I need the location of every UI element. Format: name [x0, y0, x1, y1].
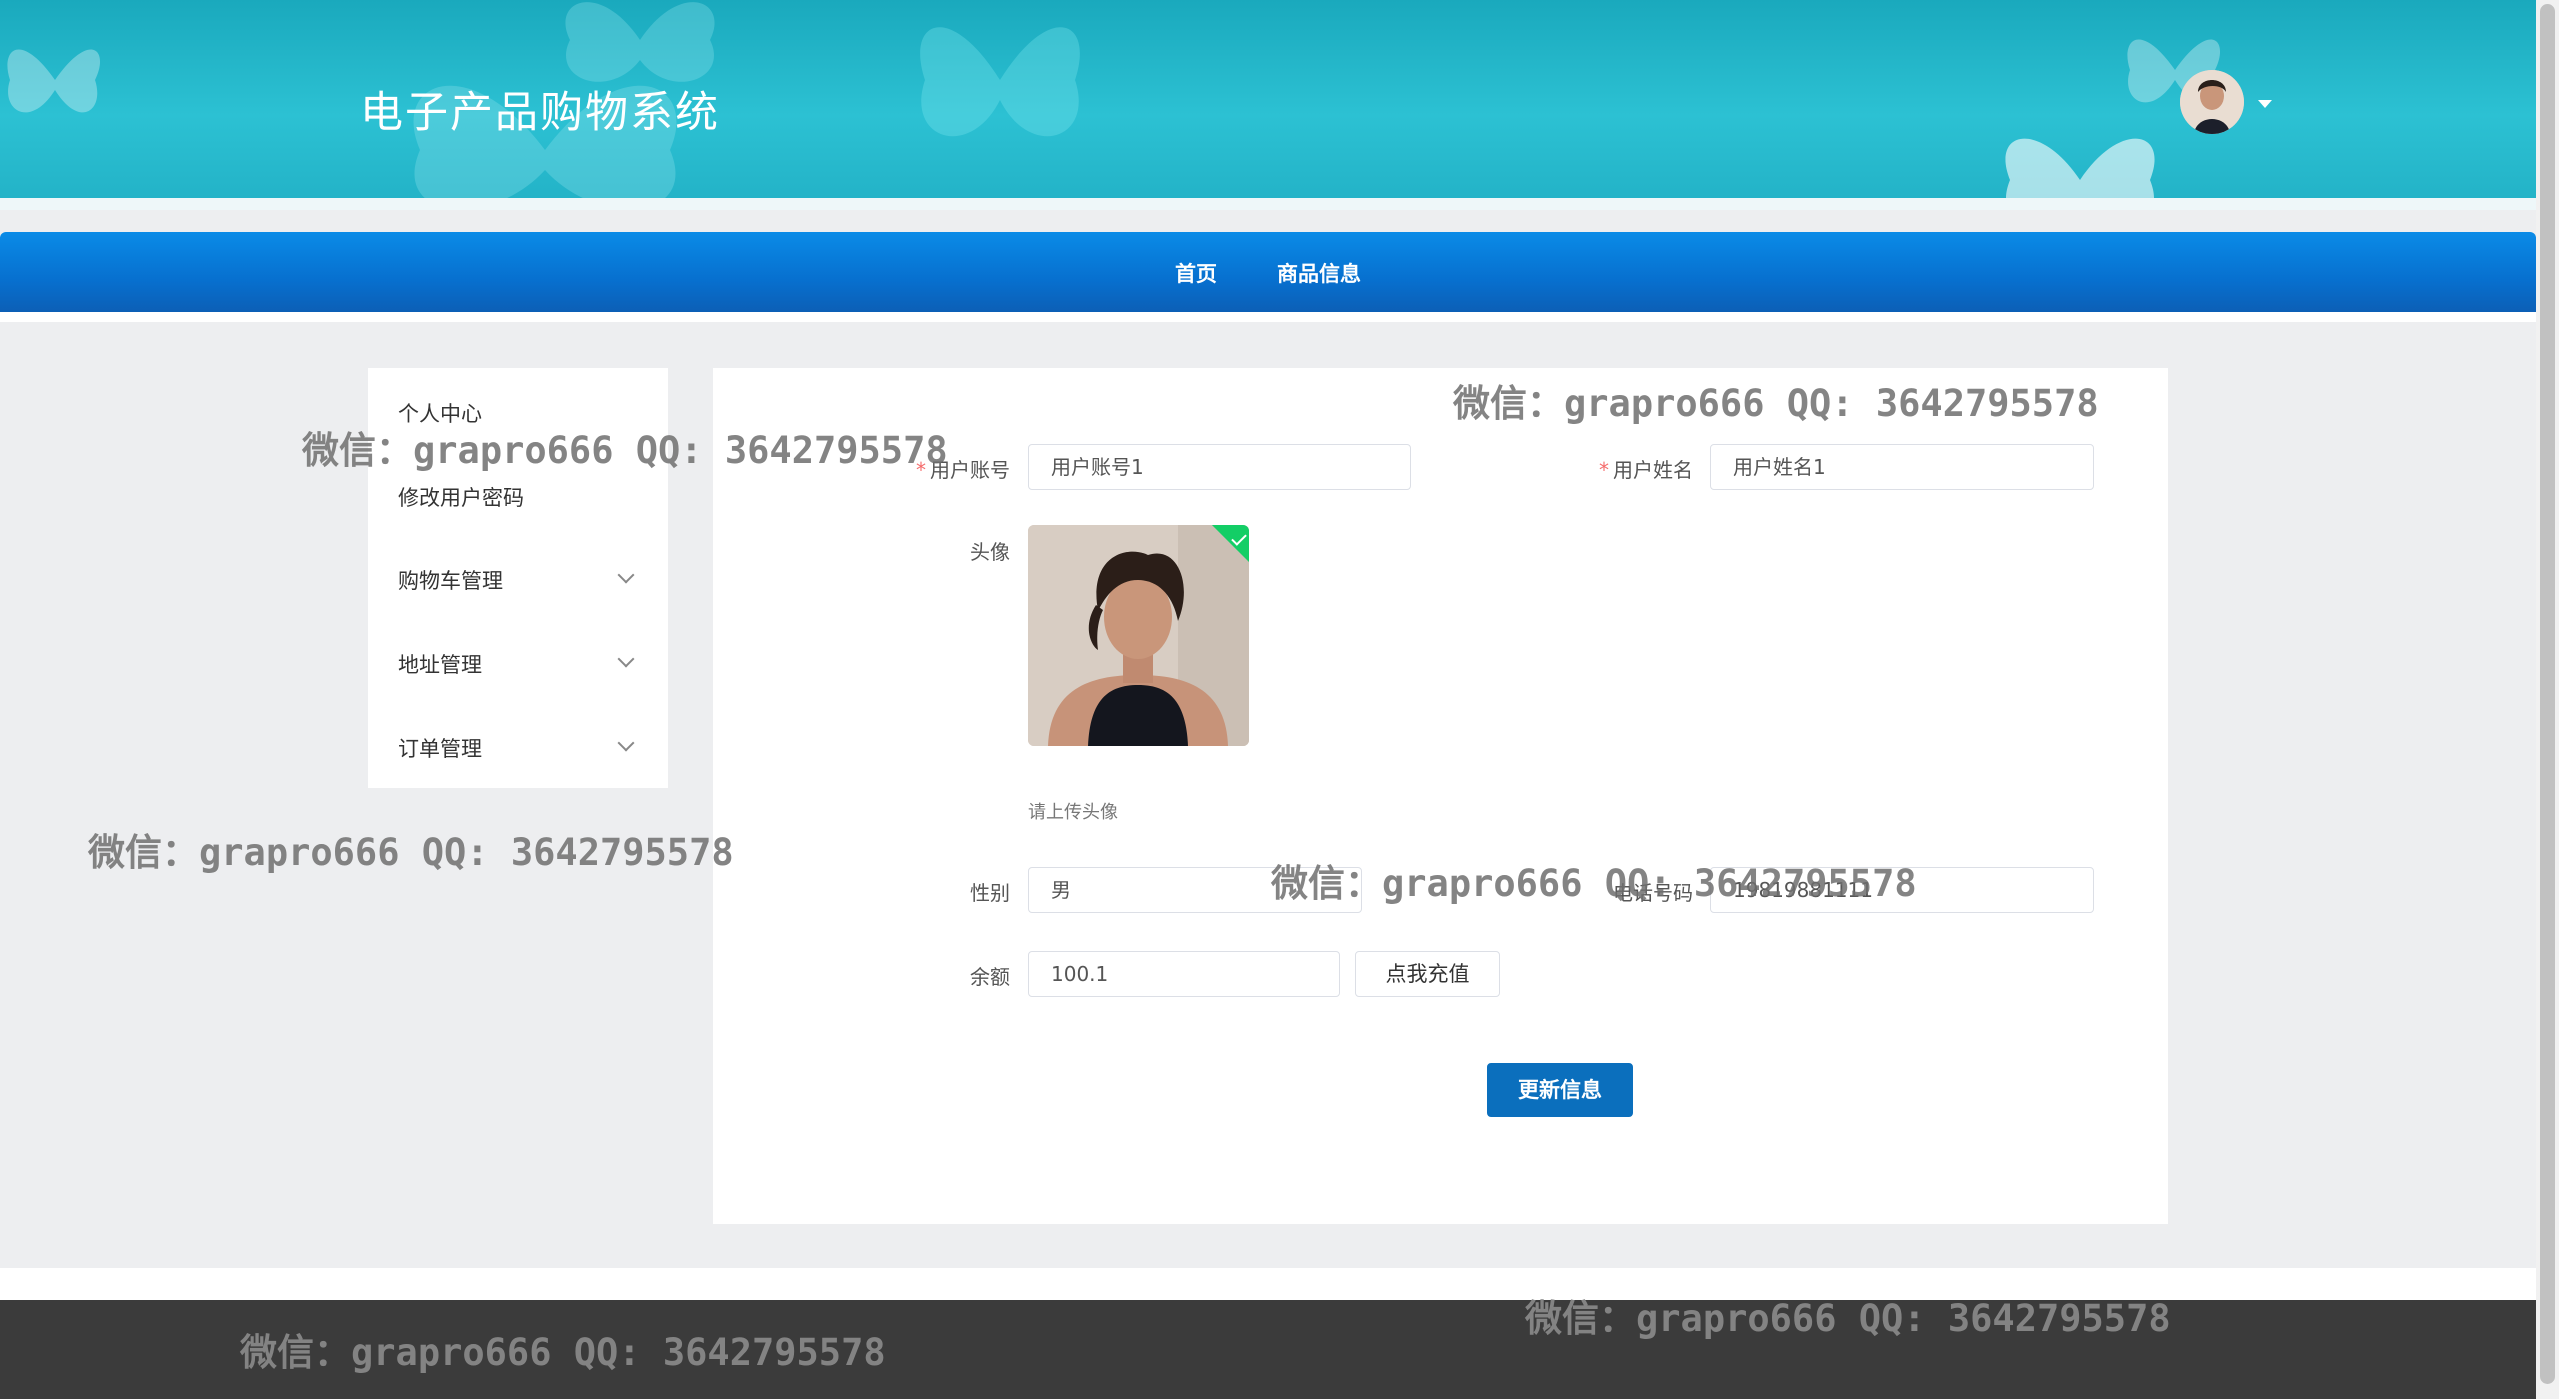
account-input[interactable]: 用户账号1	[1028, 444, 1411, 490]
name-input[interactable]: 用户姓名1	[1710, 444, 2094, 490]
sidebar-item-cart-management[interactable]: 购物车管理	[398, 565, 503, 595]
site-footer: 微信：grapro666 QQ: 3642795578 微信：grapro666…	[0, 1297, 2536, 1399]
main-navigation: 首页 商品信息	[0, 232, 2536, 312]
header-divider	[0, 198, 2536, 210]
watermark: 微信：grapro666 QQ: 3642795578	[1453, 382, 2099, 425]
nav-item-products[interactable]: 商品信息	[1277, 258, 1361, 288]
profile-form-panel: * 用户账号 用户账号1 * 用户姓名 用户姓名1 头像 请上传头像 性别 男 电话…	[713, 368, 2168, 1224]
site-header: 电子产品购物系统	[0, 0, 2536, 210]
butterfly-decoration-icon	[920, 27, 1080, 137]
watermark: 微信：grapro666 QQ: 3642795578	[88, 831, 734, 874]
recharge-button[interactable]: 点我充值	[1355, 951, 1500, 997]
watermark: 微信：grapro666 QQ: 3642795578	[240, 1331, 886, 1374]
nav-item-home[interactable]: 首页	[1175, 258, 1217, 288]
chevron-down-icon[interactable]	[617, 734, 635, 752]
user-avatar[interactable]	[2180, 70, 2244, 134]
watermark: 微信：grapro666 QQ: 3642795578	[1271, 862, 1917, 905]
sidebar-item-change-password[interactable]: 修改用户密码	[398, 482, 524, 512]
name-label: * 用户姓名	[1599, 458, 1693, 482]
watermark: 微信：grapro666 QQ: 3642795578	[302, 429, 948, 472]
balance-input[interactable]: 100.1	[1028, 951, 1340, 997]
avatar-upload-hint: 请上传头像	[1028, 802, 1118, 823]
user-avatar-image	[2180, 70, 2244, 134]
page-scrollbar[interactable]	[2536, 0, 2559, 1399]
avatar-preview-image	[1028, 525, 1249, 746]
watermark: 微信：grapro666 QQ: 3642795578	[1525, 1297, 2171, 1340]
balance-label: 余额	[970, 965, 1010, 989]
nav-divider	[0, 312, 2536, 322]
update-info-button[interactable]: 更新信息	[1487, 1063, 1633, 1117]
caret-down-icon[interactable]	[2258, 100, 2272, 108]
chevron-down-icon[interactable]	[617, 650, 635, 668]
butterfly-decoration-icon	[7, 49, 101, 113]
sidebar-item-address-management[interactable]: 地址管理	[398, 649, 482, 679]
avatar-upload[interactable]	[1028, 525, 1249, 746]
butterfly-decoration-icon	[2005, 138, 2155, 210]
site-title: 电子产品购物系统	[360, 88, 720, 138]
required-mark: *	[1599, 458, 1609, 482]
chevron-down-icon[interactable]	[617, 566, 635, 584]
scrollbar-thumb[interactable]	[2540, 4, 2555, 1384]
user-menu[interactable]	[2180, 70, 2272, 140]
avatar-label: 头像	[970, 540, 1010, 564]
gender-label: 性别	[970, 881, 1010, 905]
sidebar-item-order-management[interactable]: 订单管理	[398, 733, 482, 763]
